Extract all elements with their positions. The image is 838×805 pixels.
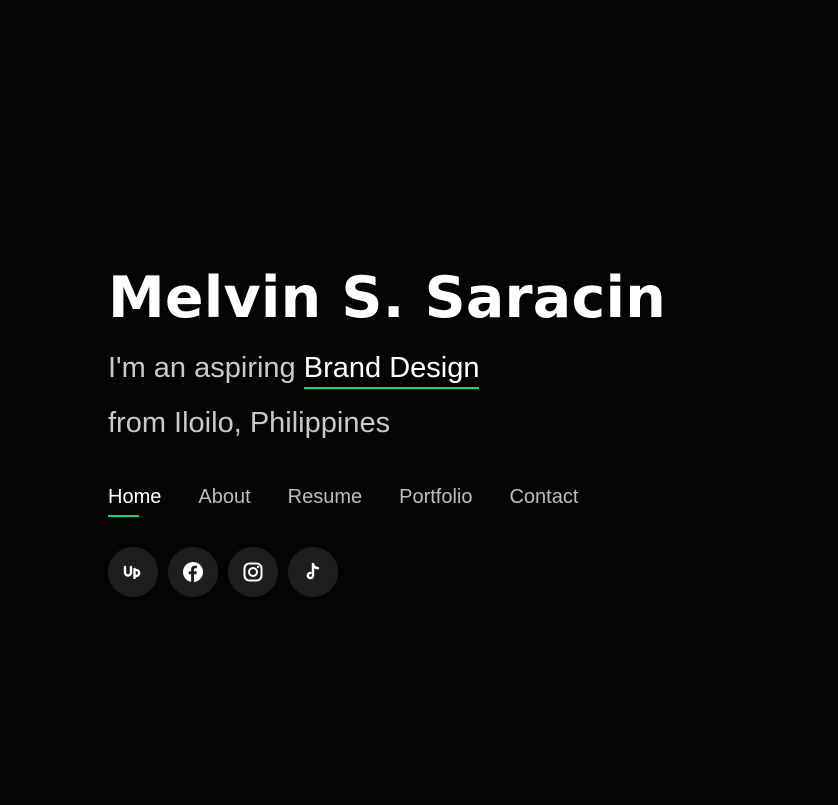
main-nav: Home About Resume Portfolio Contact xyxy=(108,483,808,517)
hero-location: from Iloilo, Philippines xyxy=(108,407,391,439)
hero-name: Melvin S. Saracin xyxy=(108,265,666,331)
hero-section: Melvin S. Saracin I'm an aspiring Brand … xyxy=(108,262,808,597)
upwork-icon xyxy=(123,565,141,579)
nav-item-contact[interactable]: Contact xyxy=(509,483,578,517)
tagline-prefix: I'm an aspiring xyxy=(108,352,296,384)
nav-item-about[interactable]: About xyxy=(198,483,250,517)
facebook-icon xyxy=(183,562,203,582)
tiktok-icon xyxy=(306,563,320,580)
nav-item-home[interactable]: Home xyxy=(108,483,161,517)
hero-tagline: I'm an aspiring Brand Design xyxy=(108,348,808,389)
instagram-link[interactable] xyxy=(228,547,278,597)
nav-item-portfolio[interactable]: Portfolio xyxy=(399,483,472,517)
upwork-link[interactable] xyxy=(108,547,158,597)
instagram-icon xyxy=(243,562,263,582)
tiktok-link[interactable] xyxy=(288,547,338,597)
social-links xyxy=(108,547,808,597)
facebook-link[interactable] xyxy=(168,547,218,597)
tagline-role: Brand Design xyxy=(303,351,480,389)
nav-item-resume[interactable]: Resume xyxy=(288,483,362,517)
